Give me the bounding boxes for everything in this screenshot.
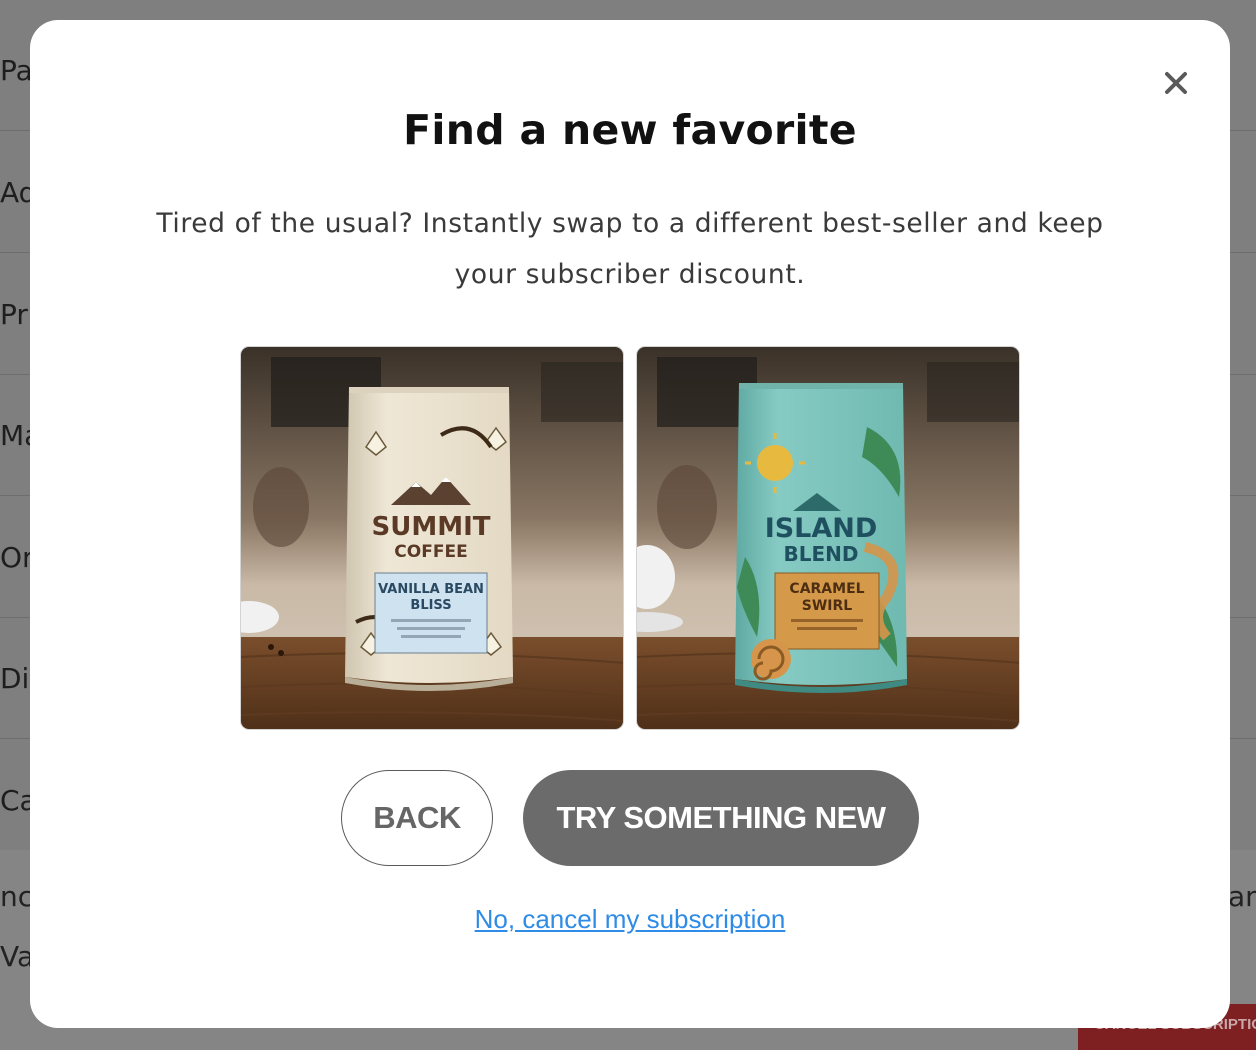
product-brand-line2: BLEND bbox=[784, 542, 859, 566]
background-row-label: Or bbox=[0, 541, 34, 574]
product-flavor-line1: CARAMEL bbox=[789, 581, 864, 597]
swap-product-modal: Find a new favorite Tired of the usual? … bbox=[30, 20, 1230, 1028]
background-footer-text: an bbox=[1228, 880, 1256, 913]
try-something-new-button[interactable]: TRY SOMETHING NEW bbox=[523, 770, 919, 866]
product-brand-line1: ISLAND bbox=[765, 513, 878, 544]
product-image: SUMMIT COFFEE VANILLA BEAN BLISS bbox=[241, 347, 623, 729]
close-icon bbox=[1165, 72, 1187, 94]
background-row-label: Pa bbox=[0, 54, 33, 87]
modal-description: Tired of the usual? Instantly swap to a … bbox=[156, 208, 1104, 290]
product-card-island-blend[interactable]: ISLAND BLEND CARAMEL SWIRL bbox=[636, 346, 1020, 730]
product-brand-line2: COFFEE bbox=[394, 542, 467, 562]
product-brand-line1: SUMMIT bbox=[372, 512, 491, 542]
modal-title: Find a new favorite bbox=[403, 106, 857, 154]
product-image: ISLAND BLEND CARAMEL SWIRL bbox=[637, 347, 1019, 729]
product-card-summit-coffee[interactable]: SUMMIT COFFEE VANILLA BEAN BLISS bbox=[240, 346, 624, 730]
product-flavor-line2: BLISS bbox=[410, 598, 451, 613]
background-row-label: Di bbox=[0, 662, 30, 695]
close-button[interactable] bbox=[1158, 65, 1194, 101]
cancel-subscription-link[interactable]: No, cancel my subscription bbox=[30, 904, 1230, 935]
background-row-label: Pr bbox=[0, 298, 28, 331]
product-flavor-line1: VANILLA BEAN bbox=[378, 582, 484, 597]
back-button[interactable]: BACK bbox=[341, 770, 493, 866]
product-flavor-line2: SWIRL bbox=[802, 598, 853, 614]
